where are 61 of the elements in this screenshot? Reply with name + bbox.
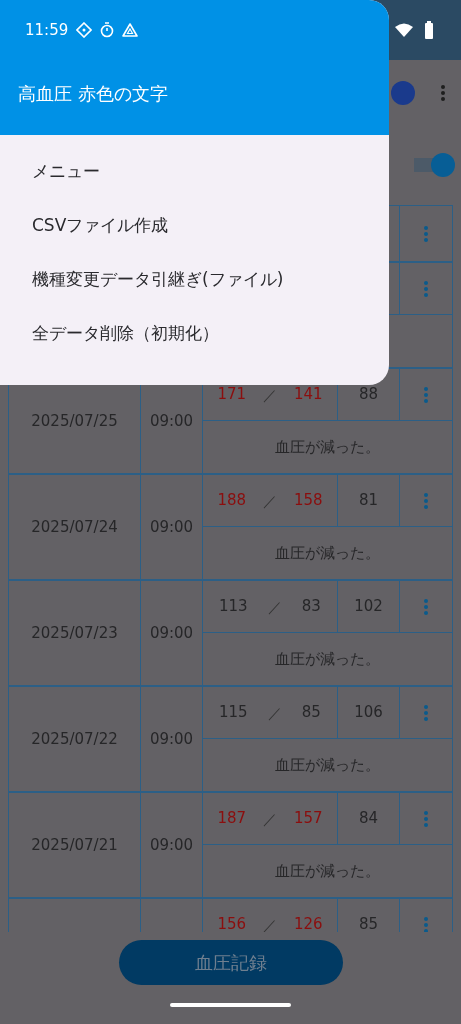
date-text: 2025/07/23 [31, 625, 118, 641]
diastolic-value: 158 [293, 493, 323, 508]
note-text: 血圧が減った。 [275, 863, 380, 879]
more-icon[interactable] [424, 704, 428, 721]
systolic-value: 188 [217, 493, 247, 508]
battery-icon [423, 21, 435, 39]
slash-separator: ／ [267, 599, 282, 614]
systolic-value: 113 [219, 599, 248, 614]
menu-item[interactable]: 機種変更データ引継ぎ(ファイル) [32, 267, 284, 291]
slash-separator: ／ [267, 705, 282, 720]
more-icon[interactable] [424, 492, 428, 509]
menu-item[interactable]: メニュー [32, 159, 100, 183]
pulse-value: 81 [358, 493, 379, 508]
diastolic-value: 85 [301, 705, 321, 720]
wifi-icon [395, 23, 413, 37]
systolic-value: 187 [217, 811, 247, 826]
note-text: 血圧が減った。 [275, 439, 380, 455]
slash-separator: ／ [263, 493, 277, 508]
diastolic-value: 83 [301, 599, 321, 614]
time-text: 09:00 [149, 413, 194, 429]
drawer-title: 高血圧 赤色の文字 [18, 82, 168, 106]
more-icon[interactable] [424, 225, 428, 242]
pulse-value: 106 [354, 705, 383, 720]
pulse-value: 85 [358, 917, 379, 932]
date-text: 2025/07/25 [31, 413, 118, 429]
more-icon[interactable] [424, 916, 428, 932]
slash-separator: ／ [263, 811, 277, 826]
note-text: 血圧が減った。 [275, 651, 380, 667]
note-text: 血圧が減った。 [275, 545, 380, 561]
systolic-value: 156 [217, 917, 247, 932]
pulse-value: 84 [358, 811, 379, 826]
triangle-icon [122, 23, 139, 37]
time-text: 09:00 [149, 731, 194, 747]
note-text: 血圧が減った。 [275, 757, 380, 773]
diastolic-value: 157 [293, 811, 323, 826]
more-icon[interactable] [424, 810, 428, 827]
diastolic-value: 126 [293, 917, 323, 932]
time-text: 09:00 [149, 625, 194, 641]
menu-item[interactable]: CSVファイル作成 [32, 213, 169, 237]
slash-separator: ／ [263, 387, 277, 402]
date-text: 2025/07/21 [31, 837, 118, 853]
diastolic-value: 141 [293, 387, 323, 402]
date-text: 2025/07/22 [31, 731, 118, 747]
menu-item[interactable]: 全データ削除（初期化） [32, 321, 219, 345]
more-icon[interactable] [424, 386, 428, 403]
pulse-value: 102 [354, 599, 383, 614]
diamond-icon [76, 22, 93, 38]
slash-separator: ／ [263, 917, 277, 932]
more-icon[interactable] [424, 280, 428, 297]
status-time: 11:59 [25, 21, 69, 39]
more-icon[interactable] [441, 84, 445, 101]
systolic-value: 115 [219, 705, 248, 720]
gesture-bar[interactable] [170, 1003, 291, 1007]
avatar-icon[interactable] [391, 80, 415, 105]
date-text: 2025/07/24 [31, 519, 118, 535]
systolic-value: 171 [217, 387, 247, 402]
timer-icon [100, 22, 115, 38]
pulse-value: 88 [358, 387, 379, 402]
more-icon[interactable] [424, 598, 428, 615]
time-text: 09:00 [149, 519, 194, 535]
time-text: 09:00 [149, 837, 194, 853]
